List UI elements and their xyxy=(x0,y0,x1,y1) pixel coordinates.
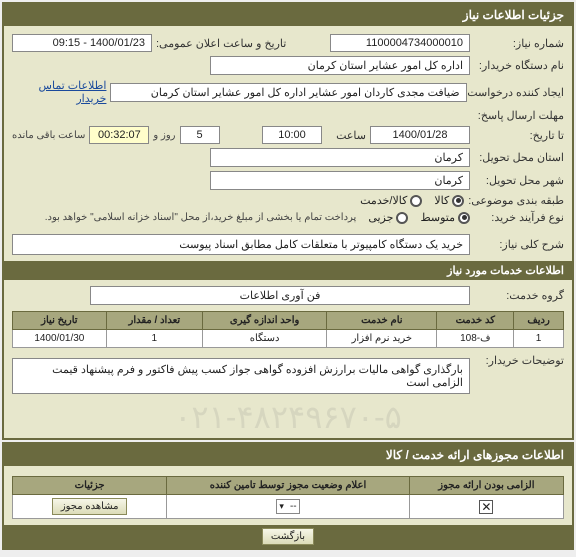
th-qty: تعداد / مقدار xyxy=(106,312,202,330)
status-dropdown[interactable]: -- xyxy=(276,499,299,514)
buyer-org-value: اداره کل امور عشایر استان کرمان xyxy=(210,56,470,75)
day-count-value: 5 xyxy=(180,126,220,144)
td-details: مشاهده مجوز xyxy=(13,495,167,519)
to-date-value: 1400/01/28 xyxy=(370,126,470,144)
deadline-label: مهلت ارسال پاسخ: xyxy=(474,109,564,122)
creator-value: ضیافت مجدی کاردان امور عشایر اداره کل ام… xyxy=(110,83,466,102)
announce-label: تاریخ و ساعت اعلان عمومی: xyxy=(156,37,286,50)
announce-value: 1400/01/23 - 09:15 xyxy=(12,34,152,52)
deliv-city-value: کرمان xyxy=(210,171,470,190)
radio-medium[interactable]: متوسط xyxy=(420,211,470,224)
radio-goods-label: کالا xyxy=(434,194,449,207)
td-code: ف-108 xyxy=(437,330,514,348)
purchase-note: پرداخت تمام یا بخشی از مبلغ خرید،از محل … xyxy=(45,212,357,223)
deliv-city-label: شهر محل تحویل: xyxy=(474,174,564,187)
th-name: نام خدمت xyxy=(327,312,437,330)
th-details: جزئیات xyxy=(13,477,167,495)
watermark-phone: ۰۲۱-۴۸۲۴۹۶۷۰-۵ xyxy=(12,398,564,436)
table-row: ✕ -- مشاهده مجوز xyxy=(13,495,564,519)
th-unit: واحد اندازه گیری xyxy=(202,312,326,330)
td-date: 1400/01/30 xyxy=(13,330,107,348)
radio-icon xyxy=(458,212,470,224)
service-group-label: گروه خدمت: xyxy=(474,289,564,302)
radio-icon xyxy=(410,195,422,207)
radio-goods[interactable]: کالا xyxy=(434,194,464,207)
permits-table: الزامی بودن ارائه مجوز اعلام وضعیت مجوز … xyxy=(12,476,564,519)
creator-label: ایجاد کننده درخواست: xyxy=(471,86,564,99)
day-label: روز و xyxy=(153,130,175,141)
radio-small-label: جزیی xyxy=(368,211,393,224)
td-unit: دستگاه xyxy=(202,330,326,348)
need-no-value: 1100004734000010 xyxy=(330,34,470,52)
topic-class-group: کالا کالا/خدمت xyxy=(360,194,464,207)
th-code: کد خدمت xyxy=(437,312,514,330)
th-status: اعلام وضعیت مجوز توسط تامین کننده xyxy=(167,477,409,495)
remaining-value: 00:32:07 xyxy=(89,126,149,144)
th-date: تاریخ نیاز xyxy=(13,312,107,330)
td-status: -- xyxy=(167,495,409,519)
service-group-value: فن آوری اطلاعات xyxy=(90,286,470,305)
back-button[interactable]: بازگشت xyxy=(262,528,314,545)
services-table: ردیف کد خدمت نام خدمت واحد اندازه گیری ت… xyxy=(12,311,564,348)
buyer-org-label: نام دستگاه خریدار: xyxy=(474,59,564,72)
permits-header: اطلاعات مجوزهای ارائه خدمت / کالا xyxy=(4,444,572,466)
radio-icon xyxy=(396,212,408,224)
topic-class-label: طبقه بندی موضوعی: xyxy=(468,194,564,207)
checkbox-mandatory[interactable]: ✕ xyxy=(479,500,493,514)
overall-desc-label: شرح کلی نیاز: xyxy=(474,238,564,251)
to-date-label: تا تاریخ: xyxy=(474,129,564,142)
radio-small[interactable]: جزیی xyxy=(368,211,408,224)
main-header: جزئیات اطلاعات نیاز xyxy=(4,4,572,26)
td-mandatory: ✕ xyxy=(409,495,563,519)
deliv-prov-label: استان محل تحویل: xyxy=(474,151,564,164)
purchase-type-group: متوسط جزیی xyxy=(368,211,470,224)
td-row: 1 xyxy=(514,330,564,348)
radio-icon xyxy=(452,195,464,207)
remaining-label: ساعت باقی مانده xyxy=(12,130,85,141)
td-name: خرید نرم افزار xyxy=(327,330,437,348)
footer-bar: بازگشت xyxy=(4,525,572,548)
radio-goods-service-label: کالا/خدمت xyxy=(360,194,407,207)
overall-desc-value: خرید یک دستگاه کامپیوتر با متعلقات کامل … xyxy=(12,234,470,255)
time-label: ساعت xyxy=(326,129,366,142)
td-qty: 1 xyxy=(106,330,202,348)
to-time-value: 10:00 xyxy=(262,126,322,144)
need-no-label: شماره نیاز: xyxy=(474,37,564,50)
radio-goods-service[interactable]: کالا/خدمت xyxy=(360,194,422,207)
buyer-notes-value: بارگذاری گواهی مالیات برارزش افزوده گواه… xyxy=(12,358,470,394)
view-permit-button[interactable]: مشاهده مجوز xyxy=(52,498,128,515)
buyer-notes-label: توضیحات خریدار: xyxy=(474,354,564,367)
contact-link[interactable]: اطلاعات تماس خریدار xyxy=(12,79,106,105)
th-mandatory: الزامی بودن ارائه مجوز xyxy=(409,477,563,495)
th-row: ردیف xyxy=(514,312,564,330)
deliv-prov-value: کرمان xyxy=(210,148,470,167)
table-row: 1 ف-108 خرید نرم افزار دستگاه 1 1400/01/… xyxy=(13,330,564,348)
services-header: اطلاعات خدمات مورد نیاز xyxy=(4,261,572,280)
purchase-type-label: نوع فرآیند خرید: xyxy=(474,211,564,224)
radio-medium-label: متوسط xyxy=(420,211,455,224)
